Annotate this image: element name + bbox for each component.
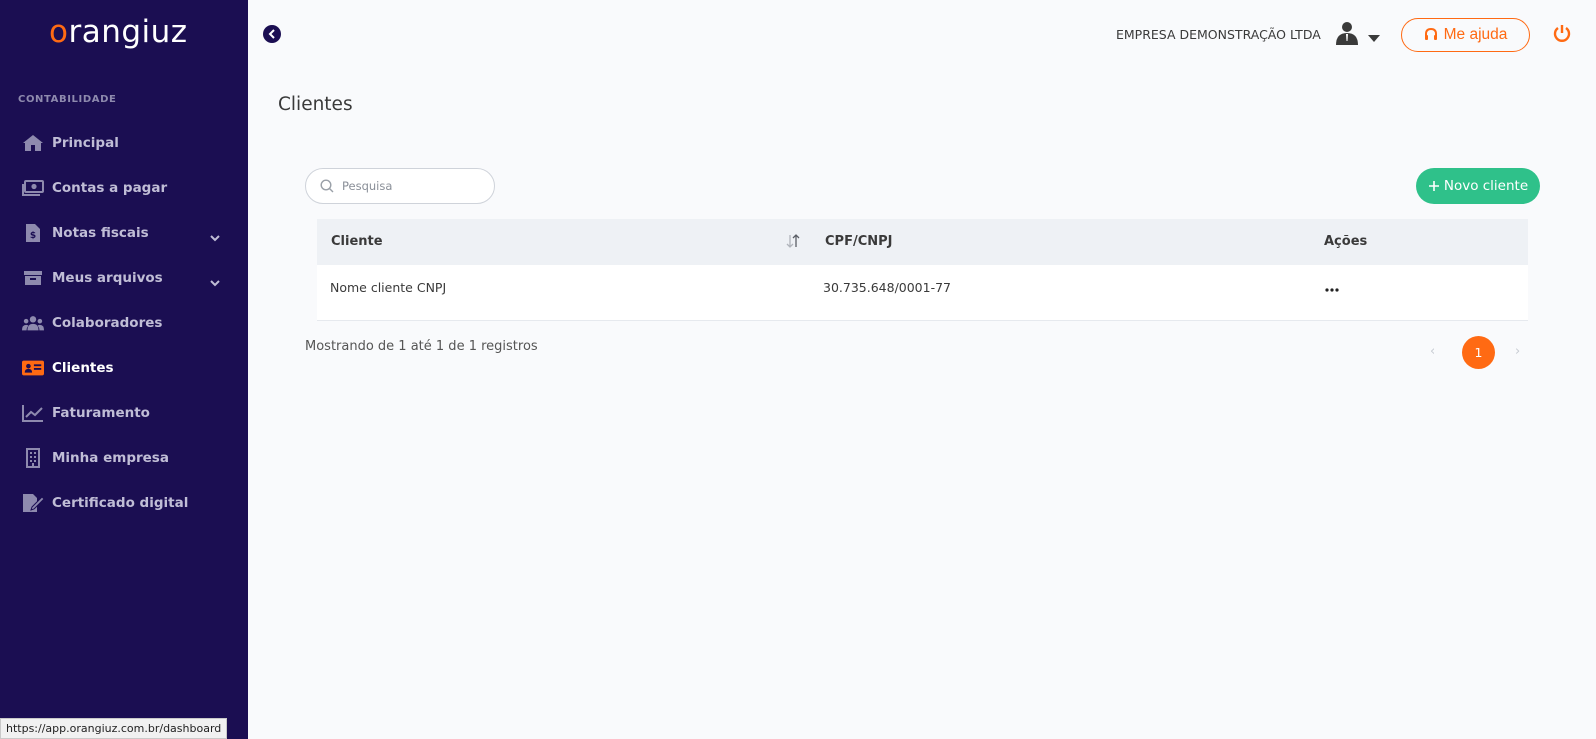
home-icon xyxy=(22,133,44,153)
sidebar-item-label: Certificado digital xyxy=(52,494,189,511)
sidebar-item-certificado-digital[interactable]: Certificado digital xyxy=(0,480,248,525)
sidebar-item-faturamento[interactable]: Faturamento xyxy=(0,390,248,435)
power-icon[interactable] xyxy=(1553,24,1571,46)
new-client-button[interactable]: Novo cliente xyxy=(1416,168,1540,204)
chevron-left-icon xyxy=(268,29,275,39)
status-bar-url: https://app.orangiuz.com.br/dashboard xyxy=(0,718,228,739)
users-icon xyxy=(22,313,44,333)
sort-icon[interactable] xyxy=(786,233,800,253)
cell-cpf-cnpj: 30.735.648/0001-77 xyxy=(823,280,952,295)
table-header: Cliente CPF/CNPJ Ações xyxy=(317,219,1528,265)
clients-table: Cliente CPF/CNPJ Ações Nome cliente CNPJ… xyxy=(317,219,1528,321)
chart-line-icon xyxy=(22,403,44,423)
signature-icon xyxy=(22,493,44,513)
sidebar-item-clientes[interactable]: Clientes xyxy=(0,345,248,390)
sidebar-item-label: Clientes xyxy=(52,359,114,376)
svg-text:$: $ xyxy=(30,231,36,241)
archive-icon xyxy=(22,268,44,288)
search-input[interactable] xyxy=(342,179,472,193)
pagination-next[interactable]: › xyxy=(1515,344,1520,359)
sidebar-item-principal[interactable]: Principal xyxy=(0,120,248,165)
records-info: Mostrando de 1 até 1 de 1 registros xyxy=(305,339,538,354)
page-title: Clientes xyxy=(278,94,353,115)
new-client-button-label: Novo cliente xyxy=(1443,178,1529,194)
search-box[interactable] xyxy=(305,168,495,204)
column-header-cpf-cnpj: CPF/CNPJ xyxy=(825,234,893,249)
sidebar-item-label: Minha empresa xyxy=(52,449,169,466)
column-header-cliente[interactable]: Cliente xyxy=(331,234,383,249)
help-button-label: Me ajuda xyxy=(1443,26,1508,43)
logo[interactable]: orangiuz xyxy=(49,14,188,50)
help-button[interactable]: Me ajuda xyxy=(1401,18,1530,52)
sidebar-item-notas-fiscais[interactable]: $ Notas fiscais xyxy=(0,210,248,255)
sidebar-item-colaboradores[interactable]: Colaboradores xyxy=(0,300,248,345)
plus-icon xyxy=(1428,181,1439,191)
id-card-icon xyxy=(22,358,44,378)
sidebar-nav: Principal Contas a pagar $ Notas fiscais… xyxy=(0,120,248,525)
sidebar-item-contas-a-pagar[interactable]: Contas a pagar xyxy=(0,165,248,210)
collapse-sidebar-button[interactable] xyxy=(263,25,281,43)
chevron-down-icon[interactable] xyxy=(210,227,220,246)
table-row[interactable]: Nome cliente CNPJ 30.735.648/0001-77 xyxy=(317,265,1528,321)
sidebar-item-label: Notas fiscais xyxy=(52,224,149,241)
money-icon xyxy=(22,178,44,198)
sidebar-item-label: Colaboradores xyxy=(52,314,163,331)
building-icon xyxy=(22,447,44,468)
sidebar: orangiuz CONTABILIDADE Principal Contas … xyxy=(0,0,248,739)
company-name: EMPRESA DEMONSTRAÇÃO LTDA xyxy=(1116,27,1321,42)
cell-cliente: Nome cliente CNPJ xyxy=(330,280,447,295)
pagination-prev[interactable]: ‹ xyxy=(1430,344,1435,359)
sidebar-item-label: Faturamento xyxy=(52,404,150,421)
sidebar-item-label: Contas a pagar xyxy=(52,179,168,196)
caret-down-icon[interactable] xyxy=(1368,28,1380,47)
chevron-down-icon[interactable] xyxy=(210,272,220,291)
sidebar-item-label: Principal xyxy=(52,134,119,151)
invoice-icon: $ xyxy=(22,223,44,243)
section-label: CONTABILIDADE xyxy=(18,94,117,105)
search-icon xyxy=(320,179,334,193)
sidebar-item-meus-arquivos[interactable]: Meus arquivos xyxy=(0,255,248,300)
pagination-page-1[interactable]: 1 xyxy=(1462,336,1495,369)
sidebar-item-minha-empresa[interactable]: Minha empresa xyxy=(0,435,248,480)
sidebar-item-label: Meus arquivos xyxy=(52,269,163,286)
headset-icon xyxy=(1424,28,1437,40)
more-actions-icon[interactable] xyxy=(1321,280,1343,300)
user-avatar-icon[interactable] xyxy=(1335,21,1359,49)
column-header-acoes: Ações xyxy=(1324,234,1368,249)
